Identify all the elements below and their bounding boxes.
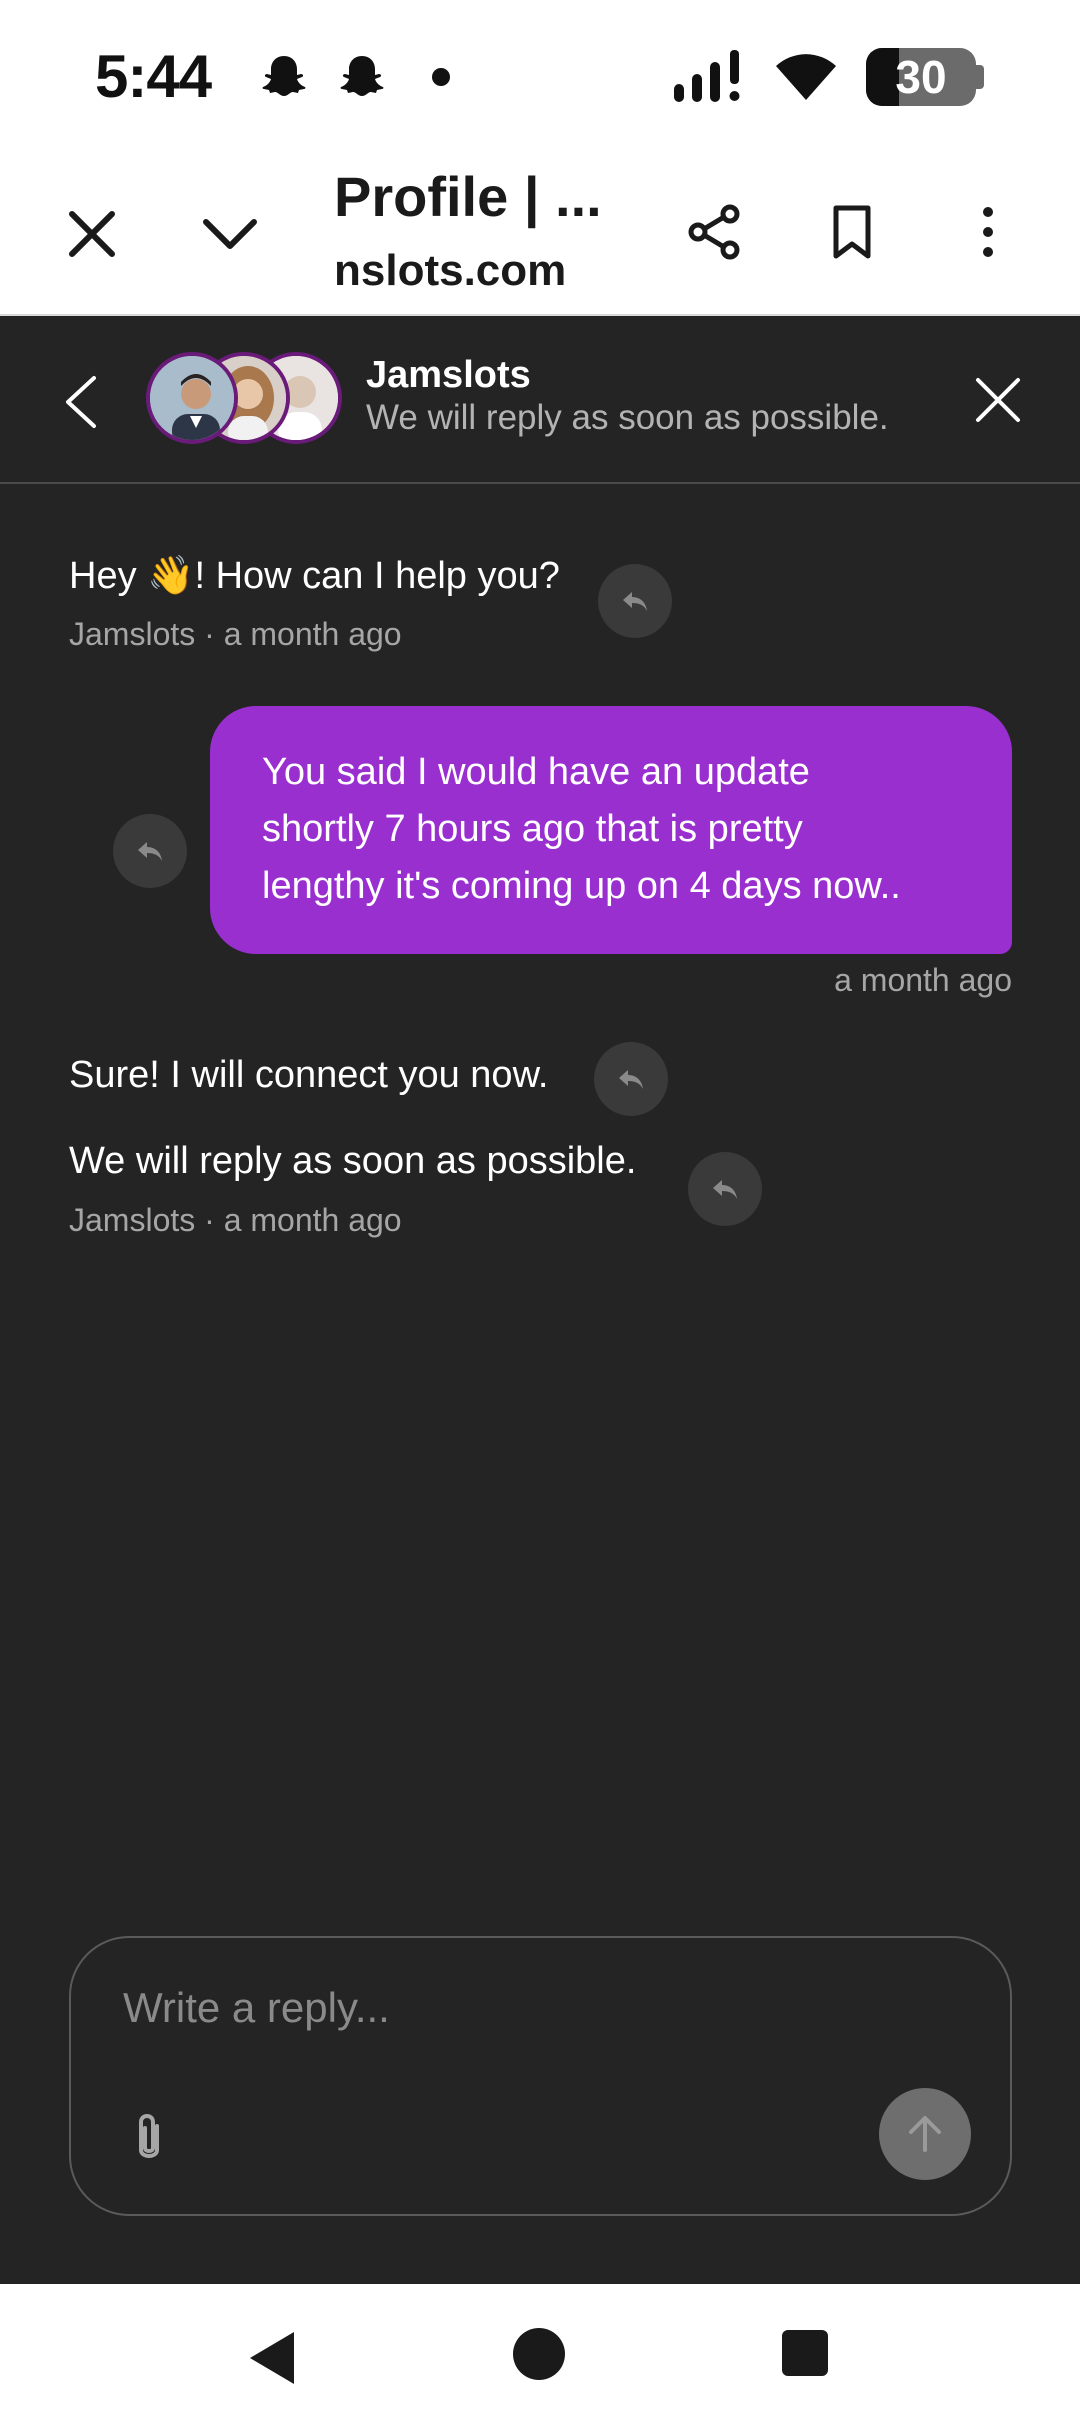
reply-icon bbox=[138, 842, 162, 861]
status-time: 5:44 bbox=[95, 43, 212, 110]
chat-panel: Jamslots We will reply as soon as possib… bbox=[0, 316, 1080, 2284]
waving-hand-emoji: 👋 bbox=[147, 555, 195, 597]
message-text-part: ! How can I help you? bbox=[194, 555, 560, 597]
bookmark-icon[interactable] bbox=[822, 202, 882, 262]
snapchat-icon bbox=[340, 56, 384, 96]
close-chat-icon[interactable] bbox=[970, 372, 1026, 428]
notification-dot bbox=[432, 68, 450, 86]
reply-input[interactable] bbox=[123, 1978, 923, 2038]
reply-icon bbox=[713, 1180, 737, 1199]
close-icon[interactable] bbox=[62, 204, 122, 264]
bubble-line: shortly 7 hours ago that is pretty bbox=[262, 808, 803, 850]
nav-back-icon[interactable] bbox=[246, 2328, 298, 2388]
battery-icon: 30 bbox=[866, 48, 984, 106]
message-text: We will reply as soon as possible. bbox=[69, 1140, 637, 1182]
brand-status: We will reply as soon as possible. bbox=[366, 398, 889, 437]
share-icon[interactable] bbox=[684, 202, 744, 262]
message-text: Hey 👋! How can I help you? bbox=[69, 554, 560, 598]
message-text: Sure! I will connect you now. bbox=[69, 1054, 549, 1096]
message-text-part: Hey bbox=[69, 555, 148, 597]
chat-header: Jamslots We will reply as soon as possib… bbox=[0, 316, 1080, 484]
nav-recents-icon[interactable] bbox=[782, 2330, 828, 2376]
snapchat-icon bbox=[262, 56, 306, 96]
reply-button[interactable] bbox=[594, 1042, 668, 1116]
status-bar: 5:44 30 bbox=[0, 0, 1080, 150]
reply-composer bbox=[69, 1936, 1012, 2216]
brand-name: Jamslots bbox=[366, 354, 531, 396]
nav-home-icon[interactable] bbox=[513, 2328, 565, 2380]
bubble-line: You said I would have an update bbox=[262, 751, 810, 793]
agent-avatars bbox=[146, 352, 346, 448]
reply-icon bbox=[623, 592, 647, 611]
user-message-bubble: You said I would have an update shortly … bbox=[210, 706, 1012, 954]
message-meta: a month ago bbox=[834, 962, 1012, 998]
back-icon[interactable] bbox=[56, 372, 106, 432]
avatar bbox=[146, 352, 238, 444]
chevron-down-icon[interactable] bbox=[200, 204, 260, 264]
more-vert-icon[interactable] bbox=[958, 202, 1018, 262]
signal-icon bbox=[674, 50, 740, 102]
message-meta: Jamslots · a month ago bbox=[69, 1202, 402, 1238]
page-url[interactable]: nslots.com bbox=[334, 246, 624, 296]
message-meta: Jamslots · a month ago bbox=[69, 616, 402, 652]
bubble-line: lengthy it's coming up on 4 days now.. bbox=[262, 865, 901, 907]
reply-button[interactable] bbox=[688, 1152, 762, 1226]
reply-button[interactable] bbox=[598, 564, 672, 638]
reply-button[interactable] bbox=[113, 814, 187, 888]
arrow-up-icon bbox=[909, 2116, 941, 2152]
battery-level: 30 bbox=[895, 51, 947, 103]
paperclip-icon[interactable] bbox=[123, 2108, 175, 2168]
wifi-icon bbox=[776, 54, 836, 100]
system-nav-bar bbox=[0, 2284, 1080, 2424]
reply-icon bbox=[619, 1070, 643, 1089]
browser-toolbar: Profile | ... nslots.com bbox=[0, 150, 1080, 316]
page-title[interactable]: Profile | ... bbox=[334, 164, 624, 229]
send-button[interactable] bbox=[879, 2088, 971, 2180]
